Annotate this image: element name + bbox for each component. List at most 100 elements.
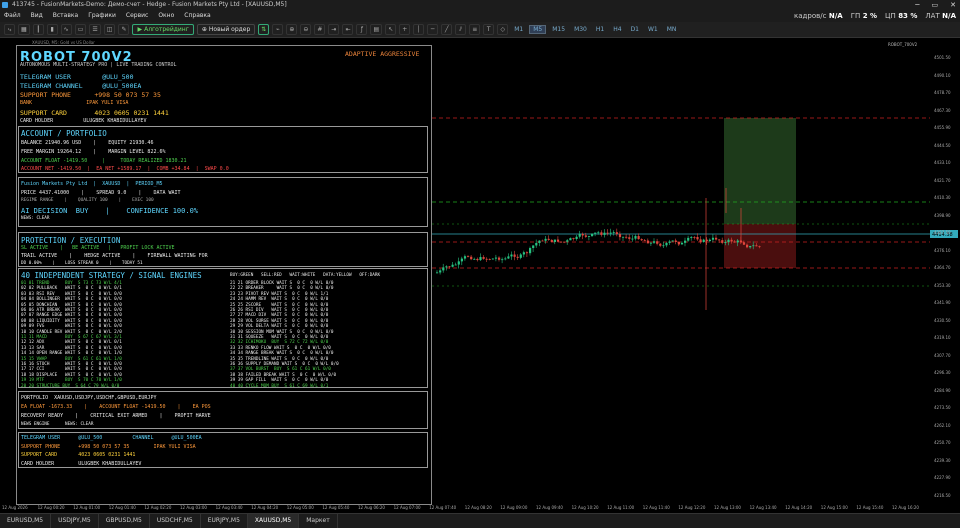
candle-body <box>522 252 525 255</box>
time-axis-label: 12 Aug 07:00 <box>393 505 421 510</box>
play-icon: ▶ <box>137 26 143 33</box>
grid-icon[interactable]: # <box>314 24 326 35</box>
crosshair-icon[interactable]: + <box>399 24 411 35</box>
price-axis-label: 4227.90 <box>934 475 951 480</box>
tf-h1[interactable]: H1 <box>593 26 607 33</box>
candle-body <box>690 236 693 238</box>
close-icon[interactable]: ✕ <box>950 0 956 10</box>
chart-line-icon[interactable]: ∿ <box>60 24 72 35</box>
chart-candles-icon[interactable]: ▮ <box>46 24 58 35</box>
tf-m15[interactable]: M15 <box>549 26 568 33</box>
maximize-icon[interactable]: ▭ <box>932 0 939 10</box>
indicators-icon[interactable]: ƒ <box>356 24 368 35</box>
tf-m5[interactable]: M5 <box>529 25 547 34</box>
autoscroll-icon[interactable]: ⇥ <box>328 24 340 35</box>
chart-tab-маркет[interactable]: Маркет <box>299 514 338 528</box>
tf-mn[interactable]: MN <box>664 26 680 33</box>
zoom-out-icon[interactable]: ⊖ <box>300 24 312 35</box>
tester-icon[interactable]: ◫ <box>103 24 116 35</box>
price-axis-label: 4490.10 <box>934 72 951 78</box>
price-axis-label: 4364.70 <box>934 265 951 270</box>
new-order-button[interactable]: ⊕ Новый ордер <box>196 24 256 35</box>
fps-value: N/A <box>828 12 843 20</box>
navigator-icon[interactable]: ☰ <box>89 24 101 35</box>
tf-w1[interactable]: W1 <box>645 26 661 33</box>
zoom-in-icon[interactable]: ⊕ <box>286 24 298 35</box>
shapes-icon[interactable]: ◇ <box>497 24 509 35</box>
algo-trading-button[interactable]: ▶ Алготрейдинг <box>132 24 194 35</box>
chart-tab-usdchf-m5[interactable]: USDCHF,M5 <box>150 514 201 528</box>
menu-tools[interactable]: Сервис <box>126 10 148 22</box>
profiles-icon[interactable]: ▦ <box>18 24 30 35</box>
candle-body <box>491 258 494 260</box>
fibo-icon[interactable]: ≡ <box>469 24 481 35</box>
price-axis-label: 4387.50 <box>934 230 951 235</box>
menu-insert[interactable]: Вставка <box>53 10 78 22</box>
signal-icon[interactable]: ⌁ <box>272 24 284 35</box>
price-axis-label: 4216.50 <box>934 492 951 498</box>
vline-icon[interactable]: │ <box>413 24 425 35</box>
time-axis-label: 12 Aug 15:00 <box>820 505 848 510</box>
time-axis-label: 12 Aug 09:00 <box>500 505 528 510</box>
chart-tab-usdjpy-m5[interactable]: USDJPY,M5 <box>51 514 99 528</box>
menu-window[interactable]: Окно <box>158 10 174 22</box>
channel-icon[interactable]: ⫽ <box>455 24 467 35</box>
candle-body <box>460 258 463 262</box>
shift-icon[interactable]: ⇤ <box>342 24 354 35</box>
contact-bank: BANK IPAK YULI VISA <box>20 100 129 106</box>
candle-body <box>485 258 488 260</box>
contact-telegram-channel: TELEGRAM CHANNEL @ULU_500EA <box>20 82 142 90</box>
time-axis-label: 12 Aug 04:20 <box>251 505 279 510</box>
chart-tab-xauusd-m5[interactable]: XAUUSD,M5 <box>247 514 300 528</box>
ea-label: ROBOT_700V2 <box>888 42 918 47</box>
latency-value: N/A <box>942 12 956 20</box>
tf-m30[interactable]: M30 <box>571 26 590 33</box>
candle-body <box>677 241 680 245</box>
latency-label: ЛАТ <box>925 12 940 20</box>
minimize-icon[interactable]: ─ <box>915 0 919 10</box>
chart-tab-eurjpy-m5[interactable]: EURJPY,M5 <box>201 514 248 528</box>
gpu-value: 2 % <box>862 12 878 20</box>
menu-charts[interactable]: Графики <box>88 10 116 22</box>
tf-d1[interactable]: D1 <box>628 26 642 33</box>
terminal-icon[interactable]: ▭ <box>74 24 87 35</box>
price-axis-label: 4319.10 <box>934 335 951 340</box>
news-status: NEWS: CLEAR <box>21 216 50 221</box>
menu-view[interactable]: Вид <box>31 10 43 22</box>
protection-header: PROTECTION / EXECUTION <box>21 236 121 245</box>
time-axis-label: 12 Aug 09:40 <box>536 505 563 510</box>
new-chart-icon[interactable]: ⤷ <box>4 24 15 35</box>
hline-icon[interactable]: ─ <box>427 24 439 35</box>
chart-tab-eurusd-m5[interactable]: EURUSD,M5 <box>0 514 52 528</box>
time-axis-label: 12 Aug 13:40 <box>749 505 777 510</box>
candle-body <box>556 239 560 242</box>
price-axis-label: 4262.10 <box>934 422 951 428</box>
chart-tab-gbpusd-m5[interactable]: GBPUSD,M5 <box>99 514 150 528</box>
footer-contact-line: CARD HOLDER ULUGBEK KHABIDULLAYEV <box>21 460 142 467</box>
footer-contact-line: TELEGRAM USER @ULU_500 CHANNEL @ULU_500E… <box>21 435 202 441</box>
candle-body <box>575 236 578 239</box>
cursor-icon[interactable]: ↖ <box>385 24 397 35</box>
text-tool-icon[interactable]: T <box>483 24 495 35</box>
market-broker-line: Fusion Markets Pty Ltd | XAUUSD | PERIOD… <box>21 181 163 187</box>
candle-body <box>755 245 758 247</box>
depth-icon[interactable]: ⇅ <box>258 24 270 35</box>
menu-help[interactable]: Справка <box>184 10 210 22</box>
candle-body <box>674 240 677 242</box>
chart-bars-icon[interactable]: ┃ <box>32 24 44 35</box>
price-axis-label: 4398.90 <box>934 212 951 218</box>
price-axis-label: 4307.70 <box>934 352 951 358</box>
time-axis-label: 12 Aug 16:20 <box>892 505 919 510</box>
candle-body <box>656 241 659 244</box>
chart-tabs: EURUSD,M5 USDJPY,M5 GBPUSD,M5 USDCHF,M5 EURJ… <box>0 513 960 528</box>
tf-h4[interactable]: H4 <box>610 26 624 33</box>
editor-icon[interactable]: ✎ <box>118 24 130 35</box>
trendline-icon[interactable]: ╱ <box>441 24 453 35</box>
candle-body <box>749 246 752 248</box>
candle-body <box>718 239 721 241</box>
templates-icon[interactable]: ▤ <box>370 24 383 35</box>
candle-body <box>479 257 482 261</box>
menu-file[interactable]: Файл <box>4 10 21 22</box>
tf-m1[interactable]: M1 <box>511 26 526 33</box>
candle-body <box>618 234 622 238</box>
